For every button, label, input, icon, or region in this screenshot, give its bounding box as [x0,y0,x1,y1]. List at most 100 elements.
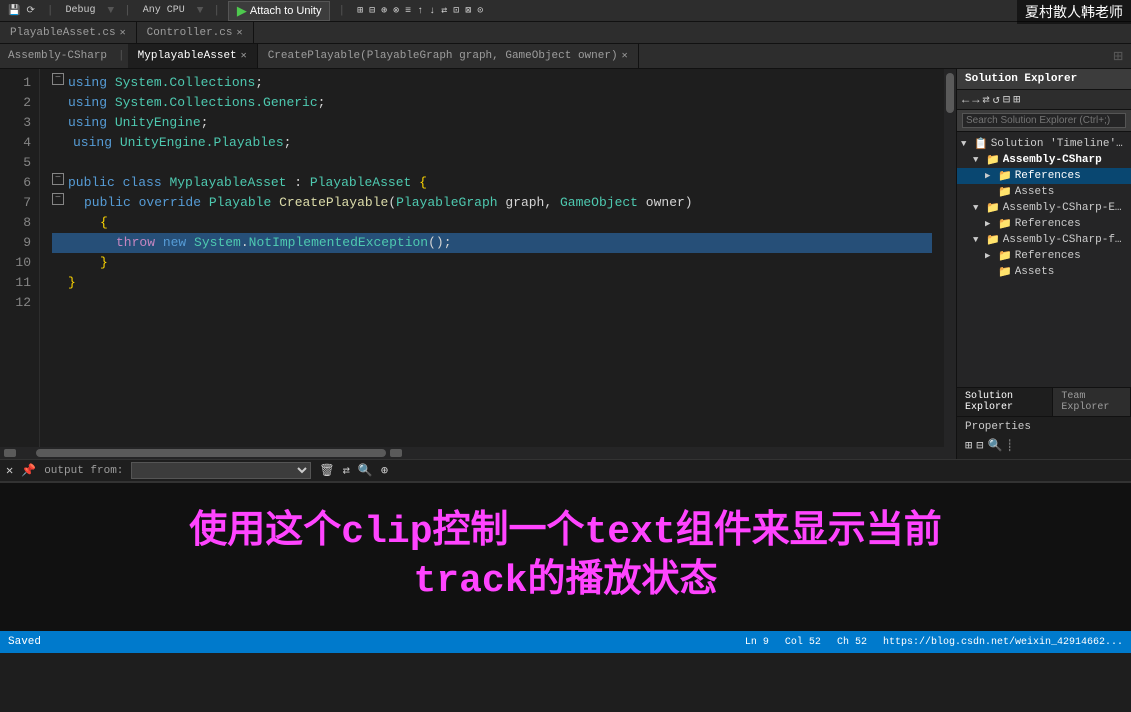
bp-more-btn[interactable]: ⊕ [381,463,388,478]
code-line-9: throw new System.NotImplementedException… [52,233,932,253]
tree-ref2-arrow: ▶ [985,219,995,229]
code-line-8: { [52,213,932,233]
bp-clear-btn[interactable]: 🗑 [319,463,334,478]
se-tab-solution[interactable]: Solution Explorer [957,388,1053,416]
tree-editor-label: Assembly-CSharp-Editor-f [1003,202,1127,214]
ref2-icon: 📁 [998,217,1012,231]
bp-wrap-btn[interactable]: ⇄ [343,463,350,478]
code-tab-myplayable[interactable]: MyplayableAsset ✕ [128,44,258,68]
se-properties-btn[interactable]: ⊞ [1013,92,1020,107]
subtitle-line1: 使用这个clip控制一个text组件来显示当前 [189,508,941,557]
tree-ref3-arrow: ▶ [985,251,995,261]
tree-ref3-label: References [1015,250,1081,262]
toolbar-icons[interactable]: 💾 ⟳ [4,4,39,18]
code-tab-bar: Assembly-CSharp | MyplayableAsset ✕ Crea… [0,44,1131,69]
scrollbar-left-arrow[interactable] [4,449,16,457]
code-line-1: − using System.Collections; [52,73,932,93]
se-collapse-btn[interactable]: ⊟ [1003,92,1010,107]
se-toolbar: ← → ⇄ ↺ ⊟ ⊞ [957,90,1131,110]
editor-icon: 📁 [986,201,1000,215]
code-line-3: using UnityEngine; [52,113,932,133]
se-refresh-btn[interactable]: ↺ [993,92,1000,107]
code-area: 1 2 3 4 5 6 7 8 9 10 11 12 − using Syste… [0,69,956,459]
tree-assembly-csharp[interactable]: ▼ 📁 Assembly-CSharp [957,152,1131,168]
code-tab-createplayable-close[interactable]: ✕ [622,50,628,62]
tree-solution-label: Solution 'Timeline' (3 projects [991,138,1127,150]
tree-references-2[interactable]: ▶ 📁 References [957,216,1131,232]
output-from-dropdown[interactable] [131,462,311,479]
ref3-icon: 📁 [998,249,1012,263]
cpu-config[interactable]: Any CPU [139,4,189,17]
tree-ref2-label: References [1015,218,1081,230]
tab-controller-close[interactable]: ✕ [236,27,242,39]
scrollbar-right-arrow[interactable] [390,449,402,457]
tree-assembly-first[interactable]: ▼ 📁 Assembly-CSharp-firstpa [957,232,1131,248]
split-editor-btn[interactable]: ⊞ [1113,46,1123,66]
tree-assembly-editor[interactable]: ▼ 📁 Assembly-CSharp-Editor-f [957,200,1131,216]
assembly-icon: 📁 [986,153,1000,167]
props-btn-2[interactable]: ⊟ [976,438,983,453]
tree-references-1[interactable]: ▶ 📁 References [957,168,1131,184]
tab-playableasset[interactable]: PlayableAsset.cs ✕ [0,22,137,43]
tree-assembly-arrow: ▼ [973,155,983,165]
subtitle-line2: track的播放状态 [189,557,941,606]
bp-close-btn[interactable]: ✕ [6,463,13,478]
se-search[interactable] [957,110,1131,132]
code-line-2: using System.Collections.Generic; [52,93,932,113]
scrollbar-thumb-h[interactable] [36,449,386,457]
tree-first-arrow: ▼ [973,235,983,245]
se-sync-btn[interactable]: ⇄ [982,92,989,107]
attach-unity-button[interactable]: ▶ Attach to Unity [228,1,331,21]
code-line-11: } [52,273,932,293]
fold-6[interactable]: − [52,173,64,185]
scrollbar-thumb[interactable] [946,73,954,113]
status-right: Ln 9 Col 52 Ch 52 https://blog.csdn.net/… [745,637,1123,648]
code-line-10: } [52,253,932,273]
tree-assets-1[interactable]: 📁 Assets [957,184,1131,200]
se-search-input[interactable] [962,113,1126,128]
code-line-12 [52,293,932,313]
tab-controller[interactable]: Controller.cs ✕ [137,22,254,43]
solution-explorer-header: Solution Explorer [957,69,1131,90]
code-body[interactable]: − using System.Collections; using System… [40,69,944,447]
status-bar: Saved Ln 9 Col 52 Ch 52 https://blog.csd… [0,631,1131,653]
props-btn-1[interactable]: ⊞ [965,438,972,453]
status-saved: Saved [8,636,41,648]
tree-references-3[interactable]: ▶ 📁 References [957,248,1131,264]
cursor-indicator: ┊ [1006,439,1013,453]
se-back-btn[interactable]: ← [962,93,969,107]
tree-solution[interactable]: ▼ 📋 Solution 'Timeline' (3 projects [957,136,1131,152]
code-tab-createplayable-label: CreatePlayable(PlayableGraph graph, Game… [268,50,618,62]
horizontal-scrollbar[interactable] [0,447,956,459]
line-numbers: 1 2 3 4 5 6 7 8 9 10 11 12 [0,69,40,447]
output-from-label: output from: [44,465,123,477]
code-line-7: − public override Playable CreatePlayabl… [52,193,932,213]
props-btn-3[interactable]: 🔍 [987,438,1002,453]
solution-icon: 📋 [974,137,988,151]
fold-7[interactable]: − [52,193,64,205]
attach-unity-label: Attach to Unity [250,5,322,17]
debug-config[interactable]: Debug [61,4,99,17]
vertical-scrollbar[interactable] [944,69,956,447]
se-tab-team[interactable]: Team Explorer [1053,388,1131,416]
bp-find-btn[interactable]: 🔍 [358,463,373,478]
ref1-icon: 📁 [998,169,1012,183]
bp-pin-btn[interactable]: 📌 [21,463,36,478]
fold-1[interactable]: − [52,73,64,85]
se-tabs: Solution Explorer Team Explorer [957,387,1131,416]
tab-playableasset-close[interactable]: ✕ [120,27,126,39]
sidebar: Solution Explorer ← → ⇄ ↺ ⊟ ⊞ ▼ 📋 Soluti… [956,69,1131,459]
tree-assets-2[interactable]: 📁 Assets [957,264,1131,280]
se-tree: ▼ 📋 Solution 'Timeline' (3 projects ▼ 📁 … [957,132,1131,387]
tree-assembly-label: Assembly-CSharp [1003,154,1102,166]
se-forward-btn[interactable]: → [972,93,979,107]
tree-editor-arrow: ▼ [973,203,983,213]
more-toolbar-buttons[interactable]: ⊞ ⊟ ⊕ ⊗ ≡ ↑ ↓ ⇄ ⊡ ⊠ ⊙ [353,4,487,18]
code-line-6: − public class MyplayableAsset : Playabl… [52,173,932,193]
code-tab-myplayable-close[interactable]: ✕ [241,50,247,62]
tree-assets2-label: Assets [1015,266,1055,278]
tree-first-label: Assembly-CSharp-firstpa [1003,234,1127,246]
code-tab-createplayable[interactable]: CreatePlayable(PlayableGraph graph, Game… [258,44,639,68]
tab-controller-label: Controller.cs [147,27,233,39]
code-line-5 [52,153,932,173]
